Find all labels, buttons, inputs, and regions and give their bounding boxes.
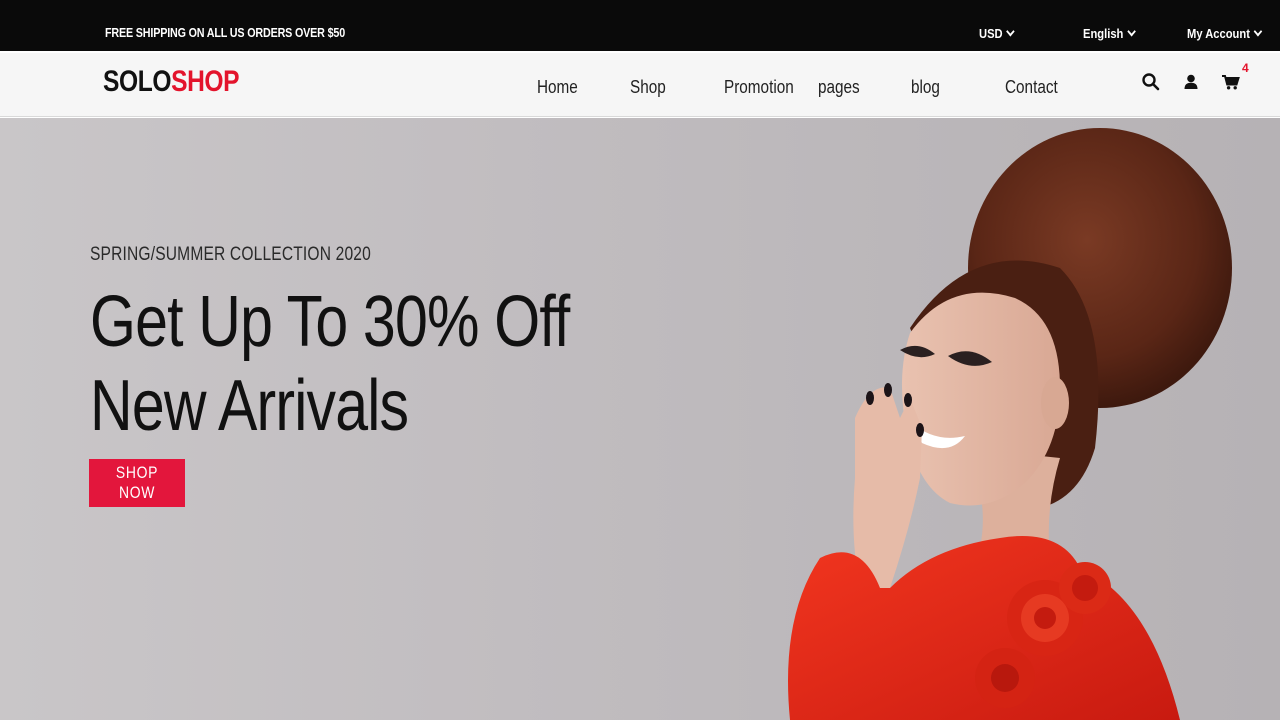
hero-subtitle: SPRING/SUMMER COLLECTION 2020	[90, 244, 371, 265]
cart-count-badge: 4	[1242, 61, 1249, 75]
user-icon[interactable]	[1180, 71, 1202, 93]
nav-shop[interactable]: Shop	[630, 77, 666, 98]
logo-text-shop: SHOP	[171, 65, 240, 98]
main-header: SOLOSHOP Home Shop Promotion pages blog …	[0, 53, 1280, 117]
nav-pages[interactable]: pages	[818, 77, 860, 98]
chevron-down-icon	[1127, 26, 1136, 37]
language-dropdown[interactable]: English	[1083, 26, 1136, 41]
site-logo[interactable]: SOLOSHOP	[103, 65, 240, 99]
currency-dropdown[interactable]: USD	[979, 26, 1016, 41]
my-account-dropdown[interactable]: My Account	[1187, 26, 1263, 41]
hero-headline: Get Up To 30% Off New Arrivals	[90, 280, 570, 448]
language-label: English	[1083, 26, 1124, 41]
shipping-promo-text: FREE SHIPPING ON ALL US ORDERS OVER $50	[105, 26, 346, 40]
hero-headline-line-2: New Arrivals	[90, 366, 409, 446]
hero-model-image	[788, 128, 1232, 720]
chevron-down-icon	[1253, 26, 1263, 37]
nav-blog[interactable]: blog	[911, 77, 940, 98]
my-account-label: My Account	[1187, 26, 1250, 41]
search-icon[interactable]	[1140, 71, 1162, 93]
cart-icon[interactable]	[1220, 71, 1242, 93]
shop-now-label: SHOP NOW	[115, 463, 159, 502]
nav-contact[interactable]: Contact	[1005, 77, 1058, 98]
shop-now-button[interactable]: SHOP NOW	[89, 459, 185, 507]
chevron-down-icon	[1006, 26, 1016, 37]
nav-home[interactable]: Home	[537, 77, 578, 98]
hero-headline-line-1: Get Up To 30% Off	[90, 282, 570, 362]
top-bar: FREE SHIPPING ON ALL US ORDERS OVER $50 …	[0, 0, 1280, 53]
currency-label: USD	[979, 26, 1003, 41]
nav-promotion[interactable]: Promotion	[724, 77, 794, 98]
logo-text-solo: SOLO	[103, 65, 172, 98]
hero-banner: SPRING/SUMMER COLLECTION 2020 Get Up To …	[0, 118, 1280, 720]
